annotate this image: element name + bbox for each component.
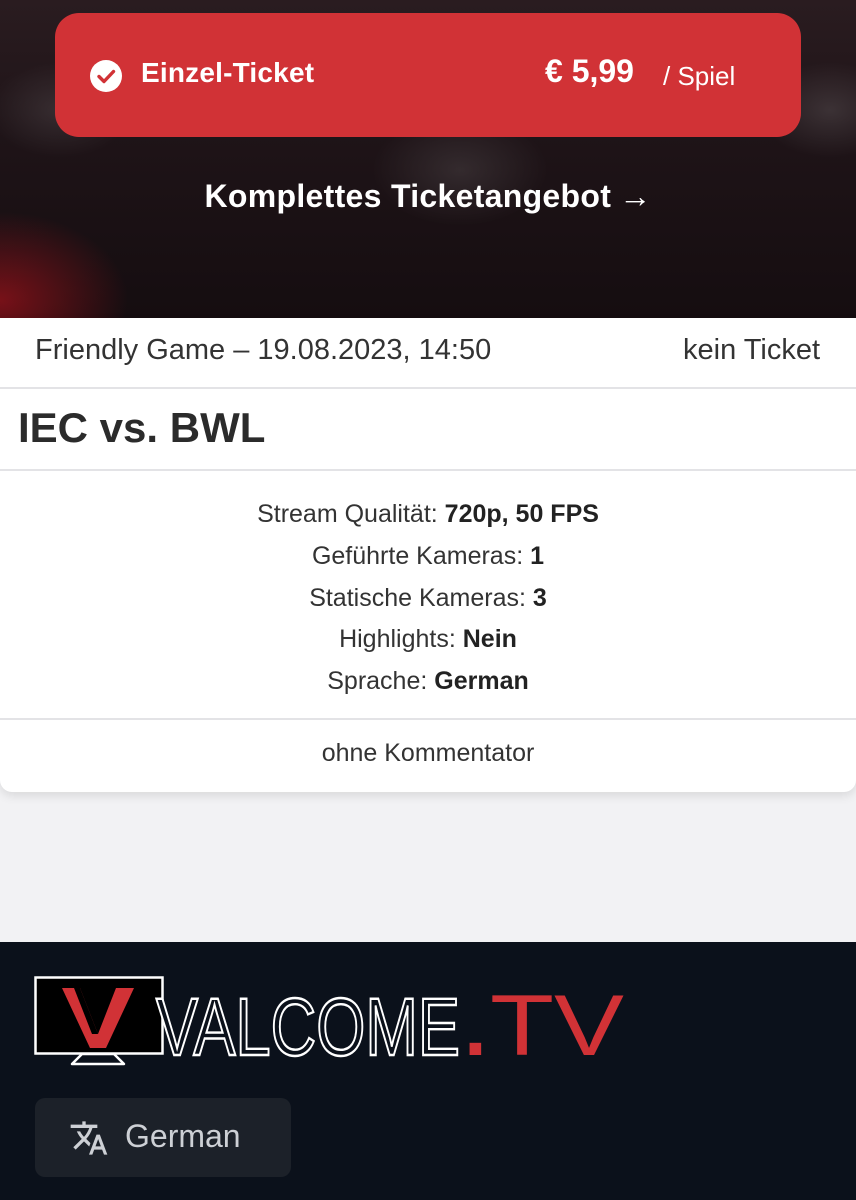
match-title: IEC vs. BWL xyxy=(18,404,266,451)
game-meta-row: Friendly Game – 19.08.2023, 14:50 kein T… xyxy=(0,318,856,389)
detail-value: 3 xyxy=(532,583,547,612)
divider xyxy=(0,718,856,720)
ticket-hero: Einzel-Ticket € 5,99 / Spiel Komplettes … xyxy=(0,0,856,318)
detail-guided-cameras: Geführte Kameras: 1 xyxy=(0,536,856,578)
ticket-name: Einzel-Ticket xyxy=(141,57,315,88)
logo-tv: TV xyxy=(490,978,624,1068)
language-switcher-button[interactable]: German xyxy=(35,1098,291,1177)
detail-static-cameras: Statische Kameras: 3 xyxy=(0,578,856,620)
detail-stream-quality: Stream Qualität: 720p, 50 FPS xyxy=(0,494,856,536)
language-label: German xyxy=(125,1118,241,1154)
detail-label: Highlights: xyxy=(339,625,456,654)
ticket-price-unit: / Spiel xyxy=(663,61,736,91)
logo-wordmark: VALCOME xyxy=(156,982,460,1068)
checkmark-circle-icon xyxy=(90,60,122,92)
detail-value: 1 xyxy=(530,541,545,570)
ticket-status: kein Ticket xyxy=(683,334,820,366)
ticket-price: € 5,99 xyxy=(545,53,634,89)
logo-dot: . xyxy=(464,982,487,1068)
all-tickets-link[interactable]: Komplettes Ticketangebot → xyxy=(0,178,856,215)
detail-label: Stream Qualität: xyxy=(257,500,438,528)
stream-details: Stream Qualität: 720p, 50 FPS Geführte K… xyxy=(0,494,856,703)
divider xyxy=(0,469,856,471)
detail-label: Sprache: xyxy=(327,667,428,696)
detail-label: Geführte Kameras: xyxy=(311,541,524,570)
detail-value: German xyxy=(434,667,529,696)
all-tickets-label: Komplettes Ticketangebot xyxy=(204,178,612,214)
detail-label: Statische Kameras: xyxy=(309,583,526,612)
detail-value: Nein xyxy=(462,625,517,654)
valcome-tv-logo[interactable]: VALCOME . TV xyxy=(34,976,634,1068)
commentary-info: ohne Kommentator xyxy=(321,739,535,767)
game-card: Friendly Game – 19.08.2023, 14:50 kein T… xyxy=(0,318,856,792)
single-ticket-option[interactable]: Einzel-Ticket € 5,99 / Spiel xyxy=(55,13,801,137)
detail-highlights: Highlights: Nein xyxy=(0,619,856,661)
game-info: Friendly Game – 19.08.2023, 14:50 xyxy=(35,334,492,366)
translate-icon xyxy=(70,1121,108,1155)
arrow-right-icon: → xyxy=(619,178,652,214)
detail-language: Sprache: German xyxy=(0,661,856,703)
detail-value: 720p, 50 FPS xyxy=(444,500,599,528)
